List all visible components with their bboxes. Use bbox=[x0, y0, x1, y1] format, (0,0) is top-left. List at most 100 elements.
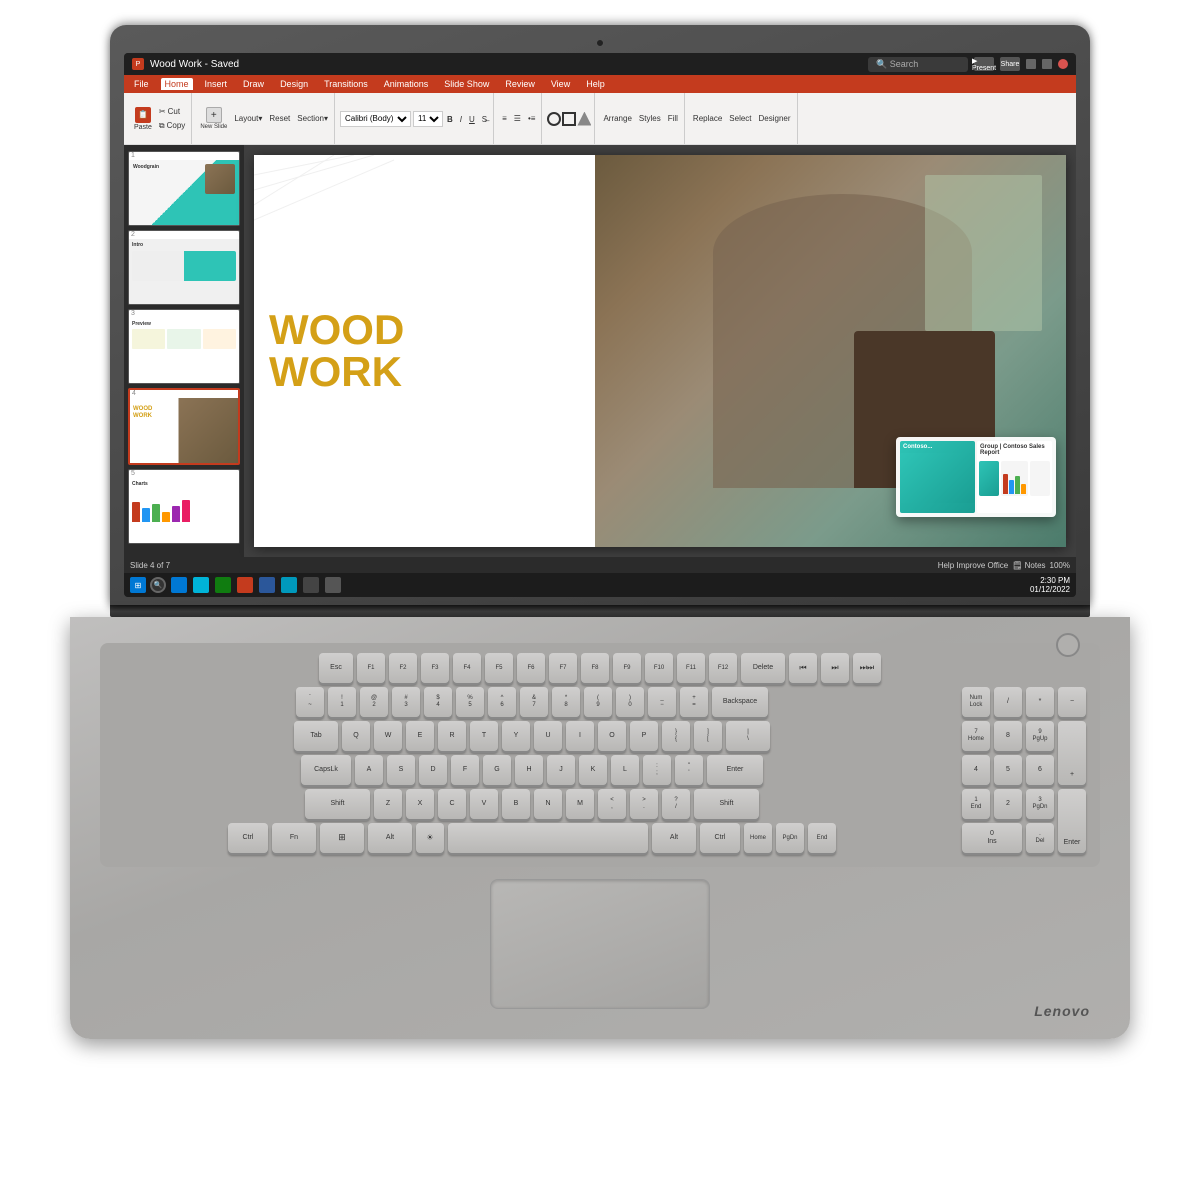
key-shift-left[interactable]: Shift bbox=[305, 789, 370, 819]
key-z[interactable]: Z bbox=[374, 789, 402, 819]
key-prev[interactable]: ⏭ bbox=[821, 653, 849, 683]
key-m[interactable]: M bbox=[566, 789, 594, 819]
numpad-enter[interactable]: Enter bbox=[1058, 789, 1086, 853]
numpad-2[interactable]: 2 bbox=[994, 789, 1022, 819]
replace-btn[interactable]: Replace bbox=[690, 112, 725, 125]
key-5[interactable]: %5 bbox=[456, 687, 484, 717]
maximize-btn[interactable] bbox=[1042, 59, 1052, 69]
select-btn[interactable]: Select bbox=[726, 112, 754, 125]
key-u[interactable]: U bbox=[534, 721, 562, 751]
numpad-lock[interactable]: NumLock bbox=[962, 687, 990, 717]
key-f11[interactable]: F11 bbox=[677, 653, 705, 683]
key-win[interactable]: ⊞ bbox=[320, 823, 364, 853]
key-k[interactable]: K bbox=[579, 755, 607, 785]
tab-slideshow[interactable]: Slide Show bbox=[440, 78, 493, 90]
key-equals[interactable]: += bbox=[680, 687, 708, 717]
key-i[interactable]: I bbox=[566, 721, 594, 751]
key-f2[interactable]: F2 bbox=[389, 653, 417, 683]
key-8[interactable]: *8 bbox=[552, 687, 580, 717]
key-t[interactable]: T bbox=[470, 721, 498, 751]
slide-panel[interactable]: 1 Woodgrain bbox=[124, 145, 244, 557]
slide-thumb-5[interactable]: 5 Charts bbox=[128, 469, 240, 544]
key-f7[interactable]: F7 bbox=[549, 653, 577, 683]
tab-file[interactable]: File bbox=[130, 78, 153, 90]
search-taskbar[interactable]: 🔍 bbox=[150, 577, 166, 593]
numpad-3[interactable]: 3PgDn bbox=[1026, 789, 1054, 819]
rect-shape[interactable] bbox=[562, 112, 576, 126]
bold-btn[interactable]: B bbox=[444, 113, 456, 126]
numpad-mul[interactable]: * bbox=[1026, 687, 1054, 717]
key-y[interactable]: Y bbox=[502, 721, 530, 751]
excel-icon[interactable] bbox=[215, 577, 231, 593]
tab-insert[interactable]: Insert bbox=[201, 78, 232, 90]
numpad-8[interactable]: 8 bbox=[994, 721, 1022, 751]
tab-draw[interactable]: Draw bbox=[239, 78, 268, 90]
key-e[interactable]: E bbox=[406, 721, 434, 751]
key-4[interactable]: $4 bbox=[424, 687, 452, 717]
key-fn[interactable]: Fn bbox=[272, 823, 316, 853]
ppt-search[interactable]: 🔍 Search bbox=[868, 57, 968, 72]
key-6[interactable]: ^6 bbox=[488, 687, 516, 717]
key-semicolon[interactable]: :; bbox=[643, 755, 671, 785]
quick-styles-btn[interactable]: Styles bbox=[636, 112, 664, 125]
designer-btn[interactable]: Designer bbox=[756, 112, 794, 125]
key-home[interactable]: Home bbox=[744, 823, 772, 853]
key-lbracket[interactable]: }{ bbox=[662, 721, 690, 751]
key-backtick[interactable]: `~ bbox=[296, 687, 324, 717]
key-enter[interactable]: Enter bbox=[707, 755, 763, 785]
triangle-shape[interactable] bbox=[577, 112, 591, 126]
key-j[interactable]: J bbox=[547, 755, 575, 785]
cut-btn[interactable]: ✂Cut bbox=[156, 105, 188, 118]
close-btn[interactable] bbox=[1058, 59, 1068, 69]
key-ctrl-right[interactable]: Ctrl bbox=[700, 823, 740, 853]
key-a[interactable]: A bbox=[355, 755, 383, 785]
key-rbracket[interactable]: ][ bbox=[694, 721, 722, 751]
file-icon[interactable] bbox=[303, 577, 319, 593]
slide-thumb-4[interactable]: 4 WOODWORK bbox=[128, 388, 240, 465]
ppt-taskbar-icon[interactable] bbox=[237, 577, 253, 593]
key-esc[interactable]: Esc bbox=[319, 653, 353, 683]
present-btn[interactable]: ▶ Present bbox=[974, 57, 994, 71]
key-alt-right[interactable]: Alt bbox=[652, 823, 696, 853]
fingerprint-sensor[interactable] bbox=[1056, 633, 1080, 657]
tab-view[interactable]: View bbox=[547, 78, 574, 90]
circle-shape[interactable] bbox=[547, 112, 561, 126]
key-backspace[interactable]: Backspace bbox=[712, 687, 768, 717]
strikethrough-btn[interactable]: S̶ bbox=[479, 113, 490, 126]
key-p[interactable]: P bbox=[630, 721, 658, 751]
italic-btn[interactable]: I bbox=[457, 113, 465, 126]
key-1[interactable]: !1 bbox=[328, 687, 356, 717]
layout-btn[interactable]: Layout▾ bbox=[231, 112, 265, 125]
key-delete[interactable]: Delete bbox=[741, 653, 785, 683]
numpad-0[interactable]: 0Ins bbox=[962, 823, 1022, 853]
key-r[interactable]: R bbox=[438, 721, 466, 751]
copy-btn[interactable]: ⧉Copy bbox=[156, 119, 188, 133]
tab-animations[interactable]: Animations bbox=[380, 78, 433, 90]
settings-taskbar[interactable] bbox=[325, 577, 341, 593]
key-caps[interactable]: CapsLk bbox=[301, 755, 351, 785]
font-size-select[interactable]: 11 bbox=[413, 111, 443, 127]
key-9[interactable]: (9 bbox=[584, 687, 612, 717]
key-q[interactable]: Q bbox=[342, 721, 370, 751]
key-shift-right[interactable]: Shift bbox=[694, 789, 759, 819]
numpad-1[interactable]: 1End bbox=[962, 789, 990, 819]
key-c[interactable]: C bbox=[438, 789, 466, 819]
key-s[interactable]: S bbox=[387, 755, 415, 785]
key-d[interactable]: D bbox=[419, 755, 447, 785]
key-7[interactable]: &7 bbox=[520, 687, 548, 717]
tab-transitions[interactable]: Transitions bbox=[320, 78, 372, 90]
key-f4[interactable]: F4 bbox=[453, 653, 481, 683]
underline-btn[interactable]: U bbox=[466, 113, 478, 126]
word-taskbar-icon[interactable] bbox=[259, 577, 275, 593]
mail-icon[interactable] bbox=[193, 577, 209, 593]
slide-thumb-3[interactable]: 3 Preview bbox=[128, 309, 240, 384]
key-next[interactable]: ⏭⏭ bbox=[853, 653, 881, 683]
numpad-6[interactable]: 6 bbox=[1026, 755, 1054, 785]
key-period[interactable]: >. bbox=[630, 789, 658, 819]
share-btn[interactable]: Share bbox=[1000, 57, 1020, 71]
key-o[interactable]: O bbox=[598, 721, 626, 751]
key-f6b[interactable]: ⏮ bbox=[789, 653, 817, 683]
key-w[interactable]: W bbox=[374, 721, 402, 751]
key-x[interactable]: X bbox=[406, 789, 434, 819]
key-f1[interactable]: F1 bbox=[357, 653, 385, 683]
